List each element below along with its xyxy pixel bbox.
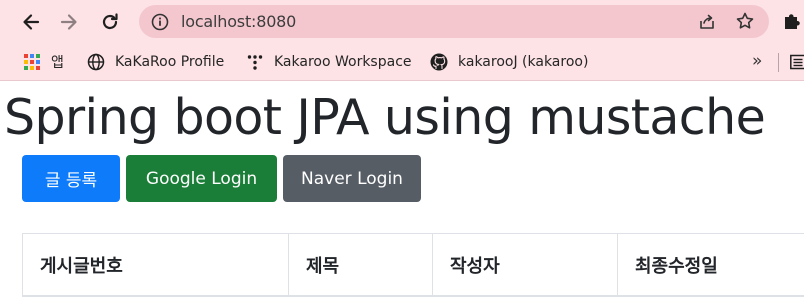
share-icon[interactable] xyxy=(697,12,717,36)
arrow-right-icon xyxy=(60,14,77,30)
bookmark-label: KaKaRoo Profile xyxy=(115,54,225,70)
divider xyxy=(778,53,779,72)
reading-list-icon[interactable] xyxy=(790,54,804,74)
url-text[interactable]: localhost:8080 xyxy=(181,12,296,31)
page-title: Spring boot JPA using mustache xyxy=(4,89,766,146)
column-header-post-number: 게시글번호 xyxy=(22,234,289,297)
bookmark-label: kakarooJ (kakaroo) xyxy=(458,54,589,70)
column-header-last-modified: 최종수정일 xyxy=(617,234,804,297)
column-header-title: 제목 xyxy=(288,234,433,297)
register-post-button[interactable]: 글 등록 xyxy=(22,155,120,202)
bookmark-label: Kakaroo Workspace xyxy=(274,54,412,70)
bookmark-label: 앱 xyxy=(51,55,64,71)
bookmarks-overflow-button[interactable]: » xyxy=(752,51,762,71)
extensions-puzzle-icon[interactable] xyxy=(782,10,804,36)
back-button[interactable] xyxy=(15,6,47,38)
forward-button[interactable] xyxy=(53,6,85,38)
bookmark-apps[interactable]: 앱 xyxy=(22,52,64,72)
info-icon[interactable] xyxy=(151,13,169,35)
address-bar[interactable]: localhost:8080 xyxy=(139,5,769,38)
workspace-icon xyxy=(245,52,265,72)
google-login-button[interactable]: Google Login xyxy=(126,155,277,202)
posts-table: 게시글번호 제목 작성자 최종수정일 xyxy=(22,233,804,299)
bookmark-kakarooj-github[interactable]: kakarooJ (kakaroo) xyxy=(429,52,588,72)
apps-grid-icon xyxy=(22,52,42,72)
arrow-left-icon xyxy=(23,14,40,30)
naver-login-button[interactable]: Naver Login xyxy=(283,155,421,202)
column-header-author: 작성자 xyxy=(432,234,618,297)
browser-toolbar: localhost:8080 xyxy=(0,0,804,44)
bookmark-kakaroo-workspace[interactable]: Kakaroo Workspace xyxy=(245,52,412,72)
bookmark-kakaroo-profile[interactable]: KaKaRoo Profile xyxy=(86,52,224,72)
github-icon xyxy=(429,52,449,72)
reload-button[interactable] xyxy=(94,6,126,38)
globe-icon xyxy=(86,52,106,72)
reload-icon xyxy=(102,13,118,30)
bookmarks-bar: 앱 KaKaRoo Profile Kakaroo Workspace kaka… xyxy=(0,44,804,81)
bookmark-star-icon[interactable] xyxy=(735,11,755,35)
